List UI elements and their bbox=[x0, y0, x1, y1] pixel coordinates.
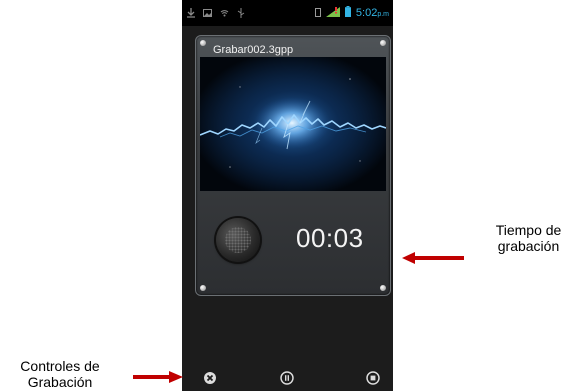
timer-panel: 00:03 bbox=[200, 211, 386, 293]
screw-top-right bbox=[380, 40, 386, 46]
recording-timer: 00:03 bbox=[296, 223, 364, 253]
usb-icon bbox=[237, 8, 245, 18]
pause-button[interactable] bbox=[280, 371, 294, 385]
recording-controls bbox=[182, 366, 393, 391]
clock-ampm: p.m bbox=[377, 11, 389, 18]
time-annotation-arrow bbox=[402, 252, 464, 264]
stop-icon bbox=[366, 371, 380, 385]
battery-icon bbox=[344, 4, 351, 22]
signal-icon bbox=[325, 4, 340, 22]
image-icon bbox=[203, 9, 212, 17]
phone-screen: 5:02p.m Grabar002.3gpp 00:03 bbox=[182, 0, 393, 391]
recording-file-name: Grabar002.3gpp bbox=[213, 44, 294, 56]
download-icon bbox=[187, 8, 195, 18]
pause-icon bbox=[280, 371, 294, 385]
screw-top-left bbox=[200, 40, 206, 46]
stop-button[interactable] bbox=[366, 371, 380, 385]
clock-time: 5:02 bbox=[355, 7, 378, 19]
cancel-button[interactable] bbox=[203, 371, 217, 385]
wifi-icon bbox=[220, 9, 229, 18]
controls-annotation-line1: Controles de bbox=[20, 358, 100, 374]
waveform-visualizer bbox=[200, 57, 386, 191]
microphone-icon bbox=[216, 218, 260, 262]
controls-annotation-arrow bbox=[133, 371, 183, 383]
recorder-card: Grabar002.3gpp 00:03 bbox=[195, 35, 391, 296]
recording-time-annotation: Tiempo de grabación bbox=[482, 222, 575, 254]
status-bar: 5:02p.m bbox=[182, 0, 393, 26]
controls-annotation-line2: Grabación bbox=[27, 374, 93, 390]
sim-icon bbox=[314, 4, 321, 22]
close-icon bbox=[204, 372, 216, 384]
recording-time-annotation-line1: Tiempo de bbox=[495, 222, 562, 238]
controls-annotation: Controles de Grabación bbox=[0, 358, 120, 390]
recording-time-annotation-line2: grabación bbox=[497, 238, 560, 254]
status-clock: 5:02p.m bbox=[356, 7, 389, 19]
